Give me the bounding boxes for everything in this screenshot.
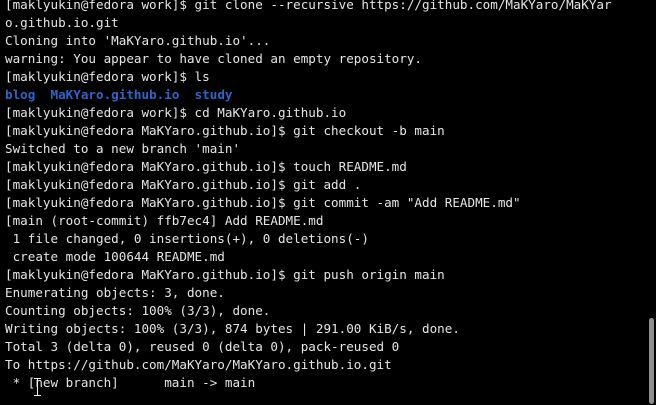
separator-text (35, 87, 50, 102)
scrollbar-thumb[interactable] (649, 318, 654, 404)
terminal-line: To https://github.com/MaKYaro/MaKYaro.gi… (5, 357, 392, 372)
terminal-line: Counting objects: 100% (3/3), done. (5, 303, 271, 318)
terminal-line: [maklyukin@fedora work]$ cd MaKYaro.gith… (5, 105, 347, 120)
directory-name: study (194, 87, 233, 102)
terminal-line: [maklyukin@fedora work]$ git clone --rec… (5, 0, 612, 12)
terminal-line: 1 file changed, 0 insertions(+), 0 delet… (5, 231, 369, 246)
directory-name: MaKYaro.github.io (50, 87, 180, 102)
terminal-line: o.github.io.git (5, 15, 119, 30)
terminal-line: create mode 100644 README.md (5, 249, 225, 264)
terminal-line: Total 3 (delta 0), reused 0 (delta 0), p… (5, 339, 400, 354)
terminal-line: [maklyukin@fedora MaKYaro.github.io]$ gi… (5, 123, 445, 138)
terminal-line: [maklyukin@fedora MaKYaro.github.io]$ gi… (5, 195, 521, 210)
terminal-line: blog MaKYaro.github.io study (5, 86, 641, 104)
terminal-line: Enumerating objects: 3, done. (5, 285, 225, 300)
terminal-line: Cloning into 'MaKYaro.github.io'... (5, 33, 271, 48)
terminal-output[interactable]: [maklyukin@fedora work]$ git clone --rec… (5, 0, 641, 392)
scrollbar[interactable] (644, 0, 656, 405)
terminal-line: warning: You appear to have cloned an em… (5, 51, 423, 66)
terminal-line: Switched to a new branch 'main' (5, 141, 241, 156)
terminal-line: * [new branch] main -> main (5, 375, 256, 390)
separator-text (179, 87, 194, 102)
terminal-line: [maklyukin@fedora MaKYaro.github.io]$ gi… (5, 177, 362, 192)
terminal-line: [maklyukin@fedora work]$ ls (5, 69, 210, 84)
terminal-line: [main (root-commit) ffb7ec4] Add README.… (5, 213, 324, 228)
terminal-line: [maklyukin@fedora MaKYaro.github.io]$ gi… (5, 267, 445, 282)
terminal-line: [maklyukin@fedora MaKYaro.github.io]$ to… (5, 159, 407, 174)
ibeam-cursor-icon (33, 378, 42, 396)
terminal-line: Writing objects: 100% (3/3), 874 bytes |… (5, 321, 460, 336)
terminal-window[interactable]: [maklyukin@fedora work]$ git clone --rec… (0, 0, 656, 405)
directory-name: blog (5, 87, 36, 102)
